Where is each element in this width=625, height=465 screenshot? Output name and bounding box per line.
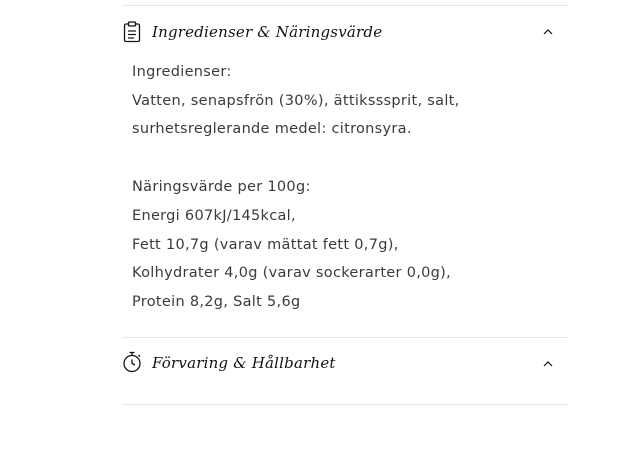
stopwatch-icon [122, 351, 142, 373]
nutrition-heading: Näringsvärde per 100g: [132, 179, 311, 196]
accordion-content-ingredients: Ingredienser: Vatten, senapsfrön (30%), … [122, 58, 568, 337]
clipboard-icon [122, 21, 142, 43]
ingredients-text-line2: surhetsreglerande medel: citronsyra. [132, 121, 412, 138]
nutrition-fat: Fett 10,7g (varav mättat fett 0,7g), [132, 236, 399, 253]
accordion-header-storage[interactable]: Förvaring & Hållbarhet [122, 338, 568, 388]
accordion-spacer [122, 388, 568, 404]
nutrition-protein: Protein 8,2g, Salt 5,6g [132, 293, 301, 310]
accordion-title-storage: Förvaring & Hållbarhet [152, 353, 336, 372]
ingredients-text-line1: Vatten, senapsfrön (30%), ättiksssprit, … [132, 92, 460, 109]
accordion-ingredients: Ingredienser & Näringsvärde Ingredienser… [122, 6, 568, 337]
accordion-header-ingredients[interactable]: Ingredienser & Näringsvärde [122, 6, 568, 58]
accordion-title-ingredients: Ingredienser & Näringsvärde [152, 23, 383, 41]
chevron-up-icon [542, 26, 554, 38]
divider-bottom [122, 403, 568, 405]
nutrition-energy: Energi 607kJ/145kcal, [132, 207, 296, 224]
product-accordion: Ingredienser & Näringsvärde Ingredienser… [122, 5, 568, 405]
accordion-storage: Förvaring & Hållbarhet [122, 338, 568, 404]
nutrition-carbs: Kolhydrater 4,0g (varav sockerarter 0,0g… [132, 265, 452, 282]
ingredients-heading: Ingredienser: [132, 64, 232, 80]
chevron-up-icon [542, 358, 554, 370]
